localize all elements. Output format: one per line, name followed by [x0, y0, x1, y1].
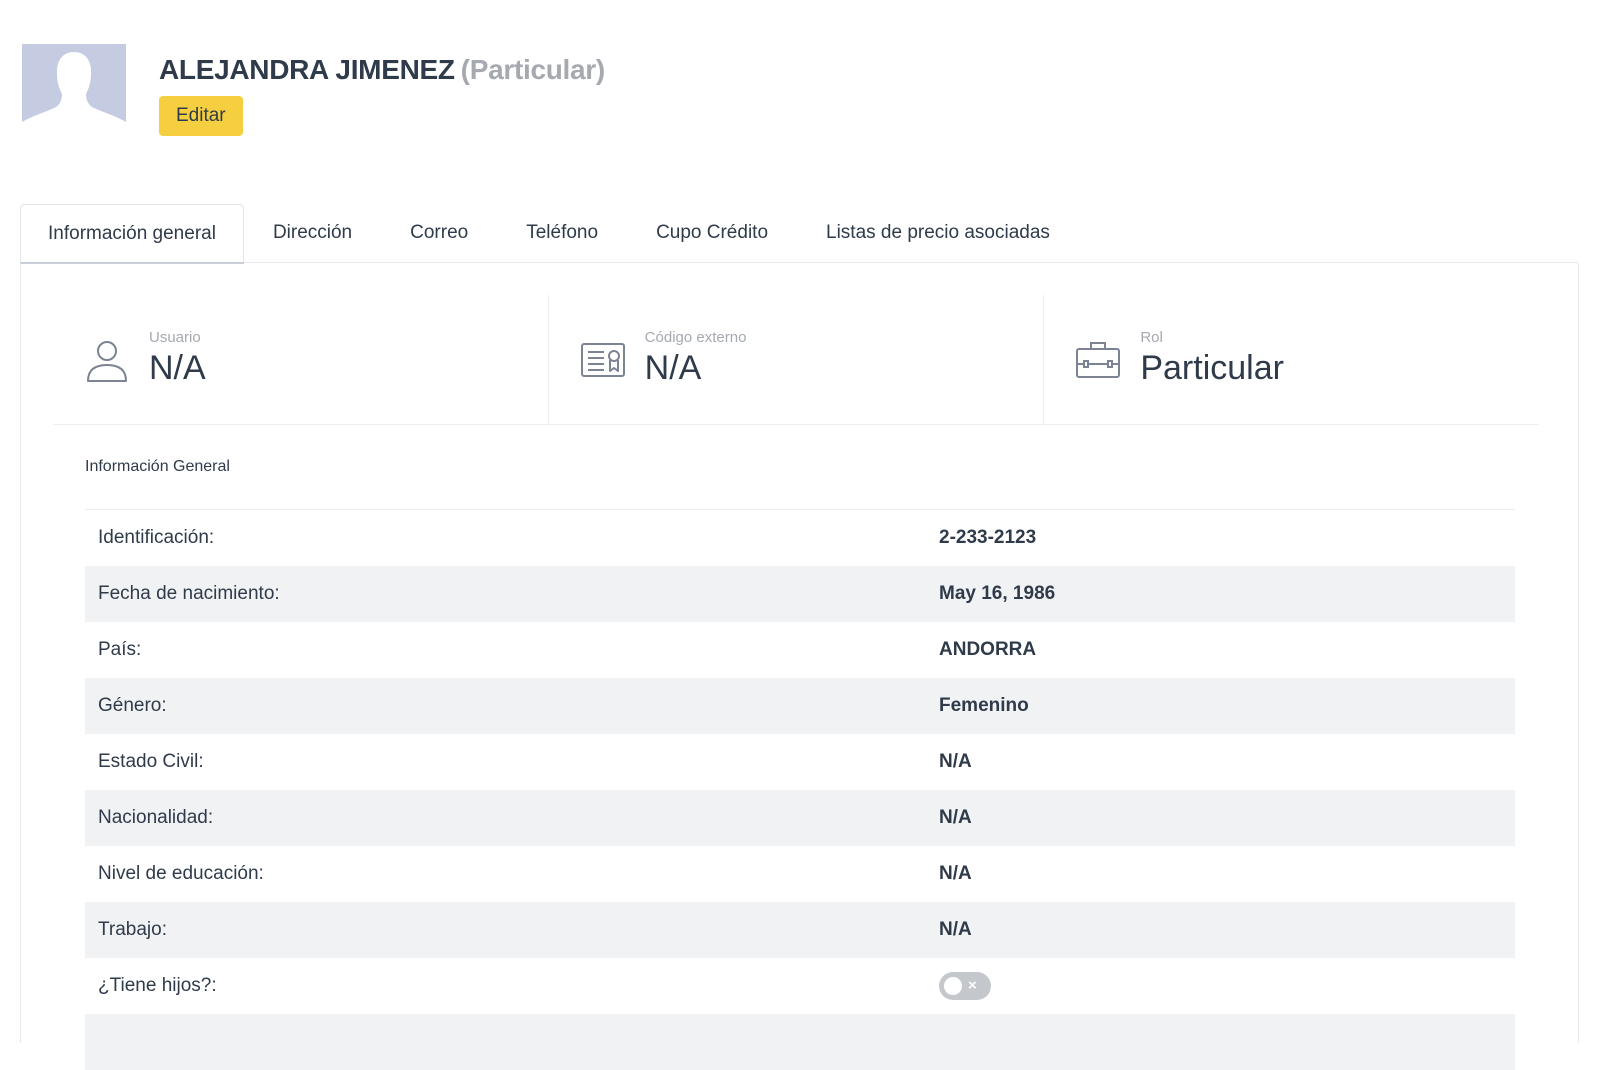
tab-bar: Información general Dirección Correo Tel… — [20, 204, 1578, 264]
table-row: País: ANDORRA — [85, 622, 1515, 678]
tab-cupo-credito[interactable]: Cupo Crédito — [627, 204, 797, 263]
row-value: × — [939, 972, 991, 1000]
client-name-heading: ALEJANDRA JIMENEZ (Particular) — [159, 52, 605, 88]
info-table: Identificación: 2-233-2123 Fecha de naci… — [85, 510, 1515, 1070]
row-value: Femenino — [939, 695, 1029, 716]
tab-informacion-general[interactable]: Información general — [20, 204, 244, 264]
stat-label: Código externo — [644, 329, 747, 346]
avatar — [22, 44, 126, 148]
table-row: Fecha de nacimiento: May 16, 1986 — [85, 566, 1515, 622]
table-row — [85, 1014, 1515, 1070]
stat-codigo-externo: Código externo N/A — [549, 295, 1045, 424]
stats-row: Usuario N/A Código externo N/A Rol Parti… — [53, 295, 1539, 425]
stat-label: Rol — [1140, 329, 1163, 346]
row-label: Fecha de nacimiento: — [98, 583, 280, 604]
profile-header: ALEJANDRA JIMENEZ (Particular) Editar — [22, 44, 605, 148]
toggle-knob — [944, 977, 962, 995]
header-text: ALEJANDRA JIMENEZ (Particular) Editar — [159, 44, 605, 136]
briefcase-icon — [1076, 342, 1121, 378]
table-row: Trabajo: N/A — [85, 902, 1515, 958]
table-row: Género: Femenino — [85, 678, 1515, 734]
tab-panel: Usuario N/A Código externo N/A Rol Parti… — [20, 263, 1579, 1070]
row-value: N/A — [939, 751, 972, 772]
row-label: ¿Tiene hijos?: — [98, 975, 217, 996]
tiene-hijos-toggle[interactable]: × — [939, 972, 991, 1000]
table-row: Nacionalidad: N/A — [85, 790, 1515, 846]
stat-value: N/A — [149, 349, 206, 387]
avatar-silhouette-icon — [22, 52, 126, 148]
row-label: Nivel de educación: — [98, 863, 264, 884]
row-label: Nacionalidad: — [98, 807, 214, 828]
row-value: 2-233-2123 — [939, 527, 1037, 548]
row-value: May 16, 1986 — [939, 583, 1056, 604]
row-label: País: — [98, 639, 142, 660]
row-label: Género: — [98, 695, 167, 716]
tab-listas-de-precio[interactable]: Listas de precio asociadas — [797, 204, 1079, 263]
row-label: Estado Civil: — [98, 751, 204, 772]
stat-value: Particular — [1140, 349, 1284, 387]
table-row: Nivel de educación: N/A — [85, 846, 1515, 902]
tab-telefono[interactable]: Teléfono — [497, 204, 627, 263]
edit-button[interactable]: Editar — [159, 96, 243, 136]
tab-correo[interactable]: Correo — [381, 204, 497, 263]
table-row: Identificación: 2-233-2123 — [85, 510, 1515, 566]
user-icon — [87, 341, 127, 382]
tab-direccion[interactable]: Dirección — [244, 204, 381, 263]
close-icon: × — [968, 977, 977, 994]
row-value: N/A — [939, 919, 972, 940]
stat-value: N/A — [644, 349, 702, 387]
row-value: ANDORRA — [939, 639, 1037, 660]
stat-label: Usuario — [149, 329, 201, 346]
stat-rol: Rol Particular — [1044, 295, 1539, 424]
row-label: Trabajo: — [98, 919, 167, 940]
id-card-icon — [580, 343, 625, 377]
section-title: Información General — [85, 458, 230, 475]
stat-usuario: Usuario N/A — [53, 295, 549, 424]
row-value: N/A — [939, 807, 972, 828]
client-type: (Particular) — [460, 54, 606, 85]
row-label: Identificación: — [98, 527, 215, 548]
table-row: ¿Tiene hijos?: × — [85, 958, 1515, 1014]
row-value: N/A — [939, 863, 972, 884]
client-name: ALEJANDRA JIMENEZ — [159, 54, 455, 85]
table-row: Estado Civil: N/A — [85, 734, 1515, 790]
